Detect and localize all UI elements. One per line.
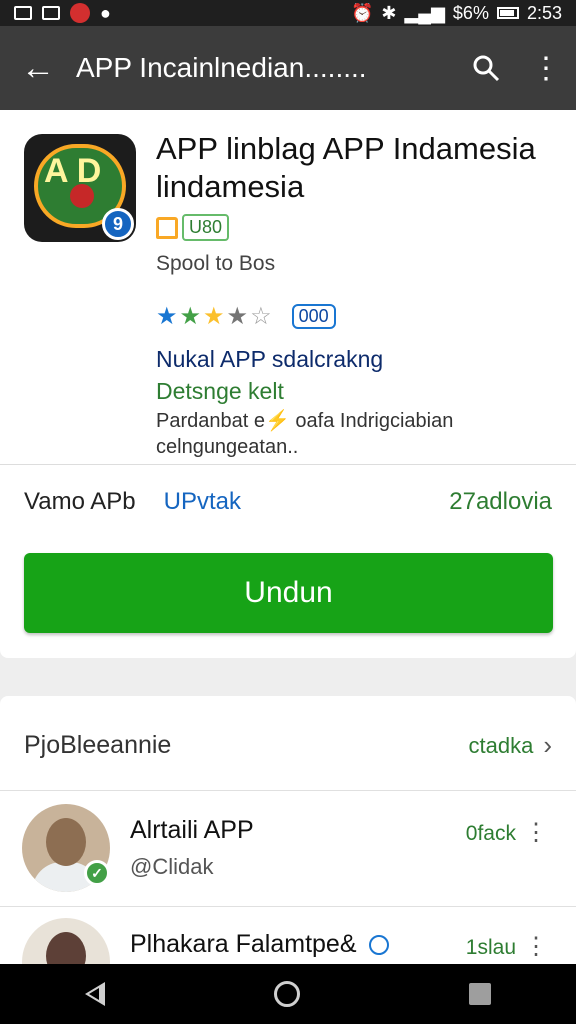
related-section-card: PjoBleeannie ctadka › ✓ Alrtaili APP @Cl…	[0, 696, 576, 1006]
item-name: Alrtaili APP	[130, 816, 254, 844]
chevron-right-icon: ›	[543, 730, 552, 760]
app-description: Pardanbat e⚡ oafa Indrigciabian celngung…	[156, 410, 454, 458]
alarm-icon: ⏰	[350, 2, 374, 23]
app-toolbar: ← APP Incainlnedian........ ⋮	[0, 26, 576, 110]
rating-count: 000	[291, 304, 336, 329]
image-notification-icon	[14, 6, 32, 20]
meta-value: 27adlovia	[449, 488, 552, 515]
star-icon: ★	[179, 303, 202, 330]
app-meta-row: Vamo APb UPvtak 27adlovia	[24, 488, 552, 516]
search-icon[interactable]	[456, 54, 516, 82]
status-bar: ● ⏰ ✱ ▂▄▆ $6% 2:53	[0, 0, 576, 26]
divider	[0, 790, 576, 791]
star-outline-icon: ☆	[250, 303, 272, 330]
item-name-text: Plhakara Falamtpe&	[130, 930, 357, 958]
bluetooth-icon: ✱	[381, 2, 397, 23]
section-title: PjoBleeannie	[24, 731, 172, 759]
divider	[0, 464, 576, 465]
star-icon: ★	[226, 303, 249, 330]
info-line: Nukal APP sdalcrakng	[156, 346, 384, 372]
item-stat: 1slau	[465, 936, 516, 959]
app-title: APP linblag APP Indamesia lindamesia	[156, 131, 536, 204]
star-icon: ★	[203, 303, 225, 330]
nav-home-icon[interactable]	[273, 981, 300, 1007]
item-handle: @Clidak	[130, 854, 214, 879]
meta-link[interactable]: UPvtak	[164, 488, 241, 516]
star-icon: ★	[156, 303, 178, 330]
toolbar-title: APP Incainlnedian........	[76, 52, 367, 83]
divider	[0, 906, 576, 907]
battery-icon	[496, 7, 519, 19]
info-line-secondary: Detsnge kelt	[156, 378, 284, 404]
install-button[interactable]: Undun	[24, 553, 553, 633]
publisher-name[interactable]: Spool to Bos	[156, 252, 275, 276]
section-header: PjoBleeannie ctadka ›	[24, 730, 552, 761]
meta-label: Vamo APb	[24, 488, 136, 515]
content-rating: U80	[156, 214, 230, 241]
content-rating-badge: U80	[182, 214, 230, 241]
system-nav-bar	[0, 964, 576, 1024]
notification-icons: ●	[14, 3, 111, 24]
verified-icon	[368, 935, 389, 956]
app-logo: A D 9	[24, 134, 136, 242]
more-label: ctadka	[468, 732, 534, 758]
star-rating: ★ ★ ★ ★ ☆ 000	[156, 302, 336, 331]
home-icon	[156, 216, 178, 239]
battery-percent: $6%	[452, 2, 489, 23]
item-stat: 0fack	[465, 822, 516, 845]
nav-back-icon[interactable]	[84, 982, 105, 1006]
verified-check-icon: ✓	[84, 860, 110, 886]
clock: 2:53	[526, 2, 562, 23]
item-overflow-icon[interactable]: ⋮	[524, 932, 548, 961]
item-overflow-icon[interactable]: ⋮	[524, 818, 548, 847]
list-item[interactable]: ✓ Alrtaili APP @Clidak 0fack ⋮	[22, 804, 554, 894]
android-icon: ●	[100, 2, 111, 23]
overflow-menu-icon[interactable]: ⋮	[516, 51, 576, 86]
back-arrow-icon[interactable]: ←	[0, 49, 76, 88]
section-more-link[interactable]: ctadka ›	[469, 730, 553, 761]
signal-icon: ▂▄▆	[404, 2, 445, 23]
app-details-card: A D 9 APP linblag APP Indamesia lindames…	[0, 110, 576, 658]
nav-recents-icon[interactable]	[469, 983, 492, 1005]
app-notification-icon	[70, 3, 90, 23]
item-name: Plhakara Falamtpe&	[130, 930, 389, 959]
system-icons: ⏰ ✱ ▂▄▆ $6% 2:53	[351, 3, 562, 24]
gallery-notification-icon	[42, 6, 60, 20]
